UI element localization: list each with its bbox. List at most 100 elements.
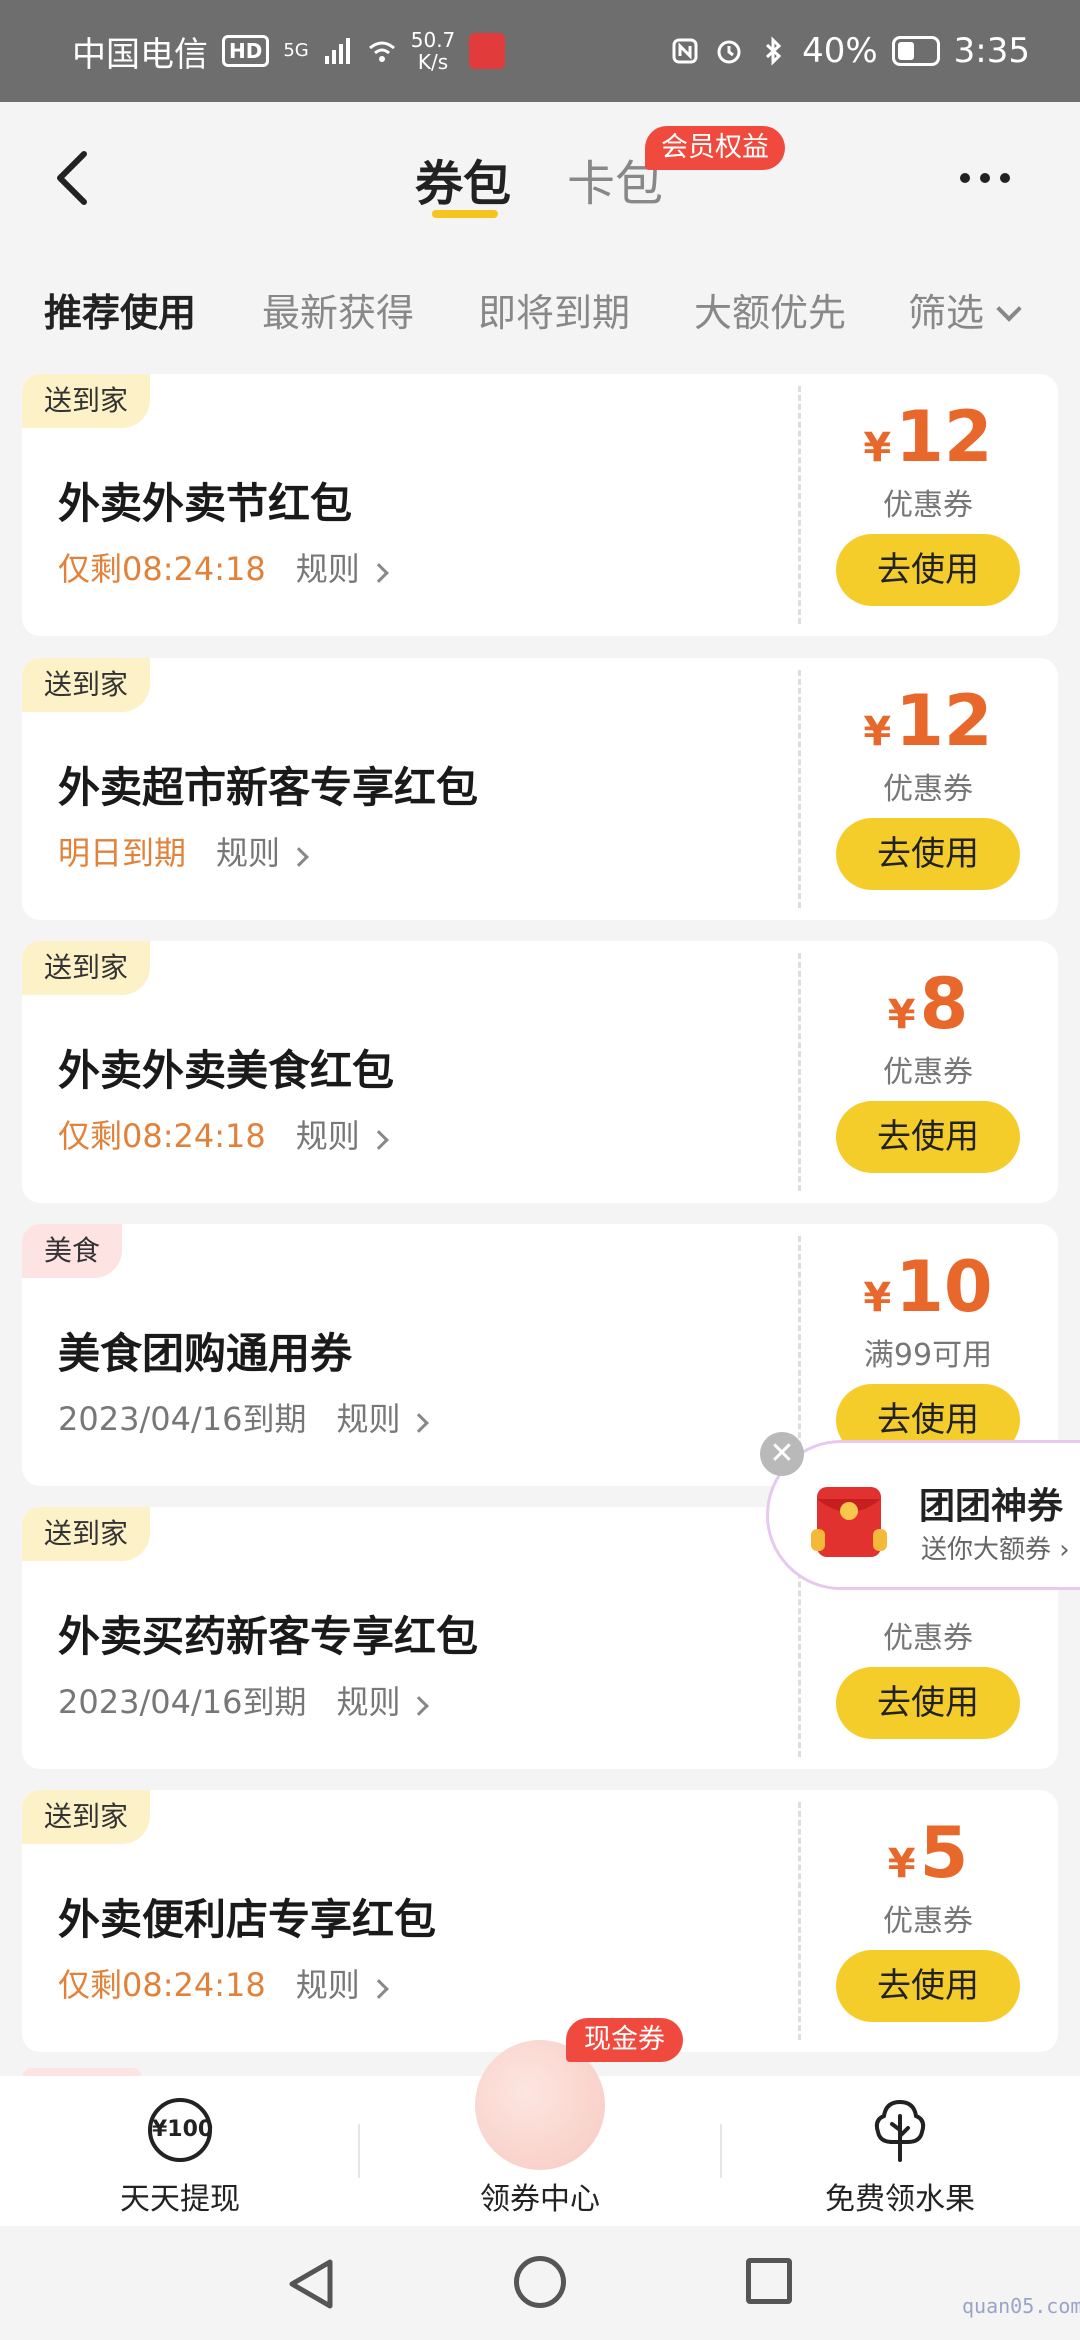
chevron-down-icon [996,296,1022,322]
amount-value: 8 [919,963,969,1045]
system-back-icon[interactable] [284,2256,340,2312]
filter-dropdown-label: 筛选 [908,291,985,335]
battery-percent: 40% [802,31,878,71]
promo-subtitle: 送你大额券 › [921,1535,1070,1565]
coupon-title: 外卖便利店专享红包 [58,1895,437,1944]
coupon-amount: ¥12 [798,680,1058,762]
net-speed-unit: K/s [417,50,449,74]
use-coupon-button[interactable]: 去使用 [836,1950,1020,2022]
active-tab-indicator [432,210,498,218]
coupon-meta: 2023/04/16到期 规则 [58,1677,430,1723]
coupon-amount: ¥10 [798,1246,1058,1328]
alarm-icon [717,40,741,64]
nav-label: 领券中心 [480,2182,600,2217]
amount-value: 12 [895,680,993,762]
use-coupon-button[interactable]: 去使用 [836,1667,1020,1739]
wifi-icon [368,41,395,62]
currency-symbol: ¥ [863,425,892,471]
coupon-title: 美食团购通用券 [58,1329,353,1378]
coupon-card[interactable]: 送到家 外卖便利店专享红包 仅剩08:24:18 规则 ¥5 优惠券 去使用 [22,1790,1058,2052]
tree-icon [874,2099,926,2162]
coupon-card[interactable]: 送到家 外卖外卖美食红包 仅剩08:24:18 规则 ¥8 优惠券 去使用 [22,941,1058,1203]
tab-coupon-wallet[interactable]: 券包 [415,144,511,214]
amount-value: 5 [919,1812,969,1894]
coupon-title: 外卖外卖节红包 [58,479,353,528]
chevron-right-icon [368,1130,389,1150]
close-icon[interactable]: ✕ [760,1432,804,1476]
filter-dropdown[interactable]: 筛选 [908,282,1022,337]
coupon-rules-link[interactable]: 规则 [295,544,389,590]
coupon-rules-link[interactable]: 规则 [336,1394,430,1440]
cash-coupon-badge: 现金券 [566,2018,683,2062]
battery-icon [891,36,940,66]
filter-expiring-soon[interactable]: 即将到期 [478,282,630,337]
chevron-right-icon [368,563,389,583]
coupon-meta: 明日到期 规则 [58,828,309,874]
status-right: 40% 3:35 [670,31,1030,71]
coupon-type: 优惠券 [883,1055,973,1090]
coupon-card[interactable]: 送到家 外卖外卖节红包 仅剩08:24:18 规则 ¥12 优惠券 去使用 [22,374,1058,636]
use-coupon-button[interactable]: 去使用 [836,534,1020,606]
system-recents-icon[interactable] [746,2258,792,2304]
coupon-type: 优惠券 [883,1621,973,1656]
coupon-expiry: 仅剩08:24:18 [58,1966,266,2004]
coupon-rules-link[interactable]: 规则 [295,1111,389,1157]
more-dot-icon [980,173,990,183]
coupon-expiry: 仅剩08:24:18 [58,1117,266,1155]
currency-symbol: ¥ [887,992,916,1038]
nfc-icon [672,38,698,64]
filter-recommended[interactable]: 推荐使用 [44,282,196,337]
more-dot-icon [1000,173,1010,183]
coupon-rules-label: 规则 [295,1117,360,1155]
sort-filter-bar: 推荐使用 最新获得 即将到期 大额优先 筛选 [0,252,1080,362]
currency-symbol: ¥ [863,1275,892,1321]
nav-daily-cashout[interactable]: ¥100 天天提现 [60,2076,300,2226]
coupon-meta: 仅剩08:24:18 规则 [58,1111,389,1157]
coupon-card[interactable]: 送到家 外卖超市新客专享红包 明日到期 规则 ¥12 优惠券 去使用 [22,658,1058,920]
carrier-label: 中国电信 [72,34,208,75]
chevron-right-icon [289,847,309,867]
nav-free-fruit[interactable]: 免费领水果 [780,2076,1020,2226]
coupon-rules-link[interactable]: 规则 [296,1960,389,2006]
clock: 3:35 [953,31,1030,71]
coupon-title: 外卖超市新客专享红包 [58,763,479,812]
bottom-nav: ¥100 天天提现 领券中心 现金券 免费领水果 [0,2018,1080,2226]
bluetooth-icon [766,36,782,66]
network-type-label: 5G [283,40,309,61]
coupon-category-tag: 送到家 [22,658,151,712]
net-speed-value: 50.7 [410,28,456,52]
chevron-right-icon [409,1696,430,1716]
coupon-rules-link[interactable]: 规则 [216,828,309,874]
coupon-category-tag: 送到家 [22,941,151,995]
floating-promo-banner[interactable]: 团团神券 送你大额券 › [766,1440,1080,1590]
amount-value: 12 [895,396,993,478]
coupon-expiry: 仅剩08:24:18 [58,550,266,588]
hd-icon: HD [222,35,270,67]
coupon-type: 满99可用 [863,1338,993,1373]
system-home-icon[interactable] [514,2256,566,2308]
back-button[interactable] [48,148,98,208]
currency-symbol: ¥ [887,1841,916,1887]
coupon-expiry: 2023/04/16到期 [58,1683,307,1721]
page-header: 券包 卡包 会员权益 [0,102,1080,252]
nav-coupon-center[interactable]: 领券中心 [420,2040,660,2226]
use-coupon-button[interactable]: 去使用 [836,818,1020,890]
coupon-expiry: 明日到期 [58,834,187,872]
coupon-meta: 2023/04/16到期 规则 [58,1394,430,1440]
promo-title: 团团神券 [919,1486,1064,1527]
filter-largest-first[interactable]: 大额优先 [694,282,846,337]
filter-newest[interactable]: 最新获得 [262,282,414,337]
more-options-button[interactable] [960,168,1020,188]
use-coupon-button[interactable]: 去使用 [836,1101,1020,1173]
chevron-right-icon [409,1413,430,1433]
coupon-category-tag: 送到家 [22,1507,151,1561]
nav-label: 免费领水果 [825,2182,975,2217]
coupon-rules-link[interactable]: 规则 [336,1677,430,1723]
coupon-expiry: 2023/04/16到期 [58,1400,307,1438]
net-speed: 50.7 K/s [411,29,456,73]
nav-divider [358,2124,360,2178]
coin-icon: ¥100 [148,2098,213,2162]
member-benefits-badge[interactable]: 会员权益 [645,126,785,170]
coupon-rules-label: 规则 [295,550,360,588]
more-dot-icon [960,173,970,183]
